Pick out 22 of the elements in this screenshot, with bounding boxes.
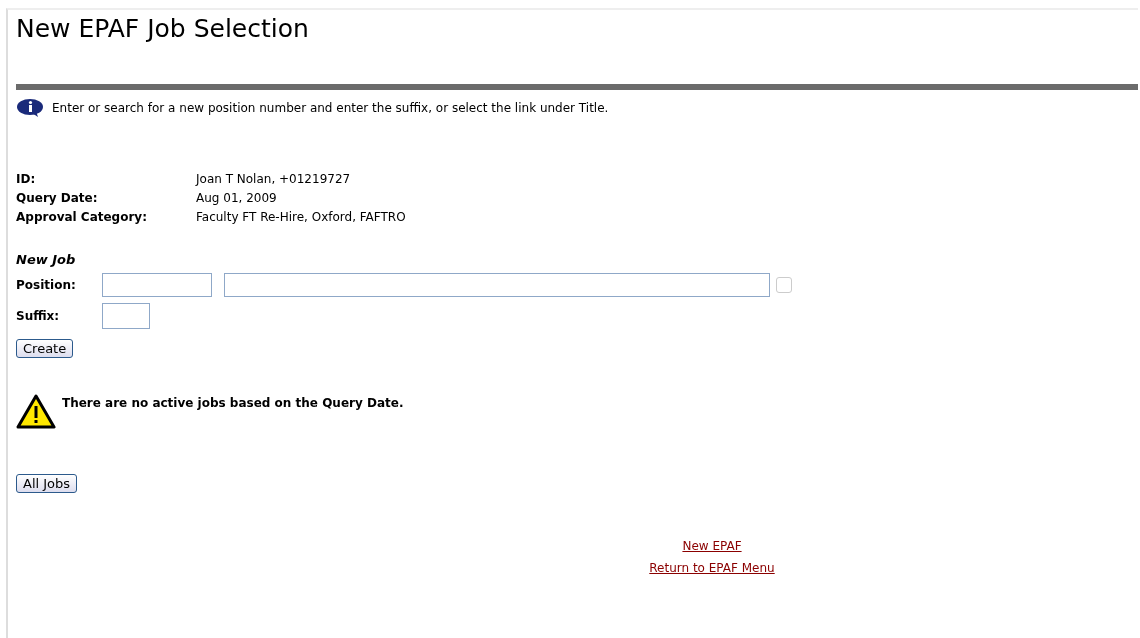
detail-label: ID:	[16, 172, 37, 186]
create-button[interactable]: Create	[16, 339, 74, 358]
all-jobs-button[interactable]: All Jobs	[16, 474, 78, 493]
detail-label: Approval Category:	[16, 210, 148, 224]
detail-value: Joan T Nolan, +01219727	[196, 172, 352, 186]
detail-value: Faculty FT Re-Hire, Oxford, FAFTRO	[196, 210, 407, 224]
detail-value: Aug 01, 2009	[196, 191, 278, 205]
nav-link[interactable]: Return to EPAF Menu	[649, 561, 775, 575]
page-title: New EPAF Job Selection	[16, 13, 310, 45]
section-heading: New Job	[16, 252, 76, 267]
suffix-field[interactable]	[102, 303, 150, 329]
detail-label: Query Date:	[16, 191, 99, 205]
position-number-field[interactable]	[102, 273, 212, 297]
warning-message: There are no active jobs based on the Query Date.	[62, 396, 404, 410]
lookup-button[interactable]	[776, 277, 792, 293]
info-message: Enter or search for a new position number and enter the suffix, or select the link under Title.	[52, 101, 609, 115]
field-label: Position:	[16, 278, 77, 292]
position-title-field[interactable]	[224, 273, 770, 297]
field-label: Suffix:	[16, 309, 61, 323]
warning-icon	[16, 394, 56, 430]
nav-link[interactable]: New EPAF	[682, 539, 742, 553]
info-icon	[16, 98, 46, 118]
